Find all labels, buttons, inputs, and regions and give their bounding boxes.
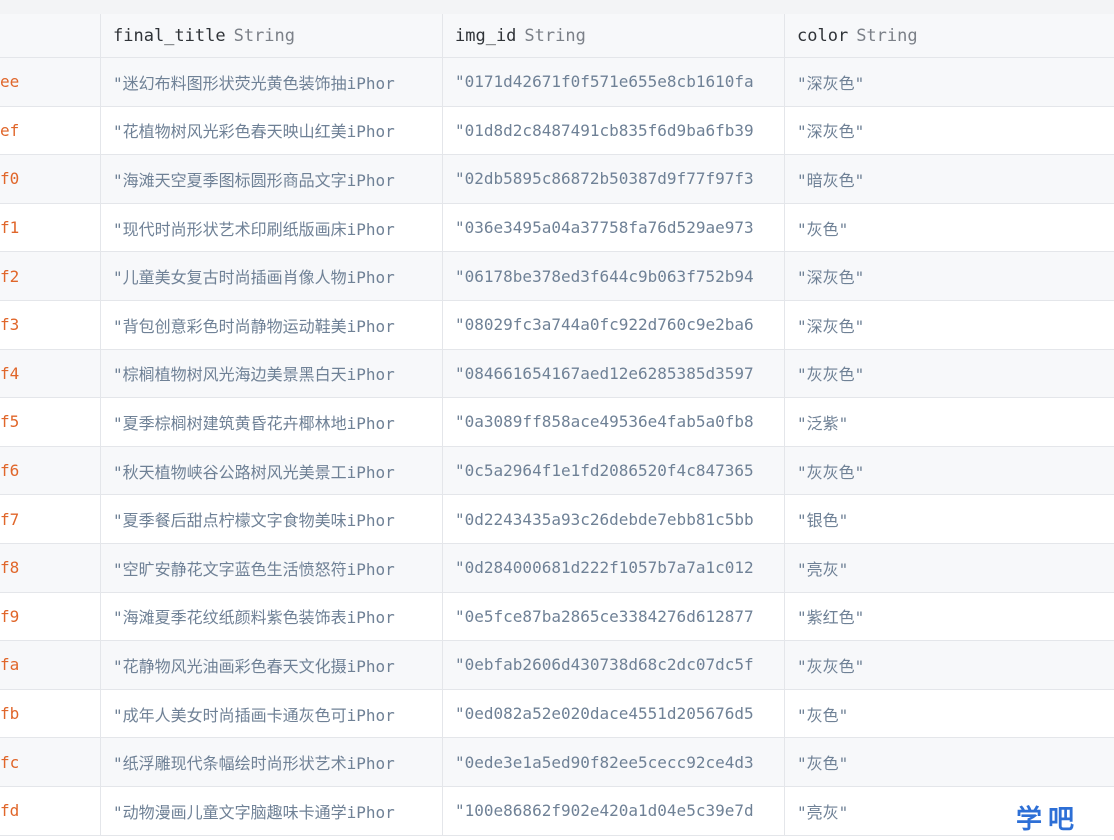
row-key-cell[interactable]: f5 bbox=[0, 398, 101, 446]
color-cell[interactable]: "深灰色" bbox=[785, 301, 1114, 349]
row-key-cell[interactable]: fd bbox=[0, 786, 101, 835]
color-cell[interactable]: "深灰色" bbox=[785, 107, 1114, 155]
table-row[interactable]: f0 "海滩天空夏季图标圆形商品文字iPhor "02db5895c86872b50… bbox=[0, 155, 1114, 204]
color-cell[interactable]: "灰灰色" bbox=[785, 447, 1114, 495]
color-cell[interactable]: "灰灰色" bbox=[785, 350, 1114, 398]
table-body: ee "迷幻布料图形状荧光黄色装饰抽iPhor "0171d42671f0f571e… bbox=[0, 58, 1114, 836]
color-cell[interactable]: "银色" bbox=[785, 495, 1114, 543]
img-id-cell[interactable]: "0d284000681d222f1057b7a7a1c012 bbox=[443, 543, 785, 592]
table-row[interactable]: fd "动物漫画儿童文字脑趣味卡通学iPhor "100e86862f902e420… bbox=[0, 786, 1114, 836]
final-title-cell[interactable]: "夏季餐后甜点柠檬文字食物美味iPhor bbox=[101, 495, 443, 543]
img-id-cell[interactable]: "08029fc3a744a0fc922d760c9e2ba6 bbox=[443, 300, 785, 349]
img-id-cell[interactable]: "0e5fce87ba2865ce3384276d612877 bbox=[443, 592, 785, 641]
table-row[interactable]: f4 "棕榈植物树风光海边美景黑白天iPhor "084661654167aed12… bbox=[0, 349, 1114, 399]
img-id-cell[interactable]: "084661654167aed12e6285385d3597 bbox=[443, 349, 785, 398]
final-title-cell[interactable]: "花静物风光油画彩色春天文化摄iPhor bbox=[101, 641, 443, 689]
row-key-cell[interactable]: f3 bbox=[0, 300, 101, 349]
header-col-name: img_id bbox=[455, 25, 517, 46]
img-id-cell[interactable]: "0171d42671f0f571e655e8cb1610fa bbox=[443, 58, 785, 106]
row-key-cell[interactable]: f2 bbox=[0, 252, 101, 300]
final-title-cell[interactable]: "现代时尚形状艺术印刷纸版画床iPhor bbox=[101, 203, 443, 252]
final-title-cell[interactable]: "花植物树风光彩色春天映山红美iPhor bbox=[101, 106, 443, 155]
row-key-cell[interactable]: f8 bbox=[0, 543, 101, 592]
header-key-column[interactable] bbox=[0, 14, 101, 57]
header-col-type: String bbox=[856, 25, 918, 46]
row-key-cell[interactable]: f9 bbox=[0, 592, 101, 641]
img-id-cell[interactable]: "0ed082a52e020dace4551d205676d5 bbox=[443, 689, 785, 738]
header-col-type: String bbox=[524, 25, 586, 46]
table-row[interactable]: f9 "海滩夏季花纹纸颜料紫色装饰表iPhor "0e5fce87ba2865ce3… bbox=[0, 592, 1114, 642]
color-cell[interactable]: "泛紫" bbox=[785, 398, 1114, 446]
final-title-cell[interactable]: "儿童美女复古时尚插画肖像人物iPhor bbox=[101, 252, 443, 300]
color-cell[interactable]: "暗灰色" bbox=[785, 155, 1114, 203]
final-title-cell[interactable]: "背包创意彩色时尚静物运动鞋美iPhor bbox=[101, 300, 443, 349]
final-title-cell[interactable]: "海滩夏季花纹纸颜料紫色装饰表iPhor bbox=[101, 592, 443, 641]
final-title-cell[interactable]: "空旷安静花文字蓝色生活愤怒符iPhor bbox=[101, 543, 443, 592]
color-cell[interactable]: "深灰色" bbox=[785, 58, 1114, 106]
table-row[interactable]: ee "迷幻布料图形状荧光黄色装饰抽iPhor "0171d42671f0f571e… bbox=[0, 58, 1114, 107]
table-row[interactable]: f8 "空旷安静花文字蓝色生活愤怒符iPhor "0d284000681d222f1… bbox=[0, 543, 1114, 593]
header-final-title[interactable]: final_title String bbox=[101, 14, 443, 57]
row-key-cell[interactable]: f1 bbox=[0, 203, 101, 252]
table-row[interactable]: f1 "现代时尚形状艺术印刷纸版画床iPhor "036e3495a04a37758… bbox=[0, 203, 1114, 253]
final-title-cell[interactable]: "动物漫画儿童文字脑趣味卡通学iPhor bbox=[101, 786, 443, 835]
img-id-cell[interactable]: "06178be378ed3f644c9b063f752b94 bbox=[443, 252, 785, 300]
header-img-id[interactable]: img_id String bbox=[443, 14, 785, 57]
img-id-cell[interactable]: "0c5a2964f1e1fd2086520f4c847365 bbox=[443, 446, 785, 495]
color-cell[interactable]: "亮灰" bbox=[785, 544, 1114, 592]
table-row[interactable]: f6 "秋天植物峡谷公路树风光美景工iPhor "0c5a2964f1e1fd208… bbox=[0, 446, 1114, 496]
row-key-cell[interactable]: f7 bbox=[0, 495, 101, 543]
color-cell[interactable]: "灰色" bbox=[785, 738, 1114, 786]
img-id-cell[interactable]: "02db5895c86872b50387d9f77f97f3 bbox=[443, 155, 785, 203]
row-key-cell[interactable]: fa bbox=[0, 641, 101, 689]
table-row[interactable]: f3 "背包创意彩色时尚静物运动鞋美iPhor "08029fc3a744a0fc9… bbox=[0, 300, 1114, 350]
header-col-name: final_title bbox=[113, 25, 226, 46]
color-cell[interactable]: "灰灰色" bbox=[785, 641, 1114, 689]
header-row: final_title String img_id String color Stri… bbox=[0, 14, 1114, 58]
watermark-logo: 学吧 bbox=[1015, 805, 1080, 835]
table-row[interactable]: fa "花静物风光油画彩色春天文化摄iPhor "0ebfab2606d430738… bbox=[0, 641, 1114, 690]
final-title-cell[interactable]: "纸浮雕现代条幅绘时尚形状艺术iPhor bbox=[101, 738, 443, 786]
color-cell[interactable]: "深灰色" bbox=[785, 252, 1114, 300]
img-id-cell[interactable]: "036e3495a04a37758fa76d529ae973 bbox=[443, 203, 785, 252]
row-key-cell[interactable]: f4 bbox=[0, 349, 101, 398]
table-row[interactable]: fc "纸浮雕现代条幅绘时尚形状艺术iPhor "0ede3e1a5ed90f82e… bbox=[0, 738, 1114, 787]
table-row[interactable]: f7 "夏季餐后甜点柠檬文字食物美味iPhor "0d2243435a93c26de… bbox=[0, 495, 1114, 544]
row-key-cell[interactable]: fb bbox=[0, 689, 101, 738]
img-id-cell[interactable]: "0a3089ff858ace49536e4fab5a0fb8 bbox=[443, 398, 785, 446]
color-cell[interactable]: "灰色" bbox=[785, 690, 1114, 738]
data-grid: final_title String img_id String color Stri… bbox=[0, 14, 1114, 836]
final-title-cell[interactable]: "海滩天空夏季图标圆形商品文字iPhor bbox=[101, 155, 443, 203]
table-row[interactable]: f5 "夏季棕榈树建筑黄昏花卉椰林地iPhor "0a3089ff858ace495… bbox=[0, 398, 1114, 447]
img-id-cell[interactable]: "0ebfab2606d430738d68c2dc07dc5f bbox=[443, 641, 785, 689]
final-title-cell[interactable]: "夏季棕榈树建筑黄昏花卉椰林地iPhor bbox=[101, 398, 443, 446]
row-key-cell[interactable]: f6 bbox=[0, 446, 101, 495]
header-col-name: color bbox=[797, 25, 849, 46]
row-key-cell[interactable]: f0 bbox=[0, 155, 101, 203]
top-toolbar-strip bbox=[0, 0, 1114, 15]
final-title-cell[interactable]: "棕榈植物树风光海边美景黑白天iPhor bbox=[101, 349, 443, 398]
table-view: final_title String img_id String color Stri… bbox=[0, 0, 1114, 840]
color-cell[interactable]: "紫红色" bbox=[785, 593, 1114, 641]
header-col-type: String bbox=[233, 25, 296, 46]
row-key-cell[interactable]: ee bbox=[0, 58, 101, 106]
img-id-cell[interactable]: "0d2243435a93c26debde7ebb81c5bb bbox=[443, 495, 785, 543]
final-title-cell[interactable]: "迷幻布料图形状荧光黄色装饰抽iPhor bbox=[101, 58, 443, 106]
table-row[interactable]: f2 "儿童美女复古时尚插画肖像人物iPhor "06178be378ed3f644… bbox=[0, 252, 1114, 301]
table-row[interactable]: fb "成年人美女时尚插画卡通灰色可iPhor "0ed082a52e020dace… bbox=[0, 689, 1114, 739]
img-id-cell[interactable]: "0ede3e1a5ed90f82ee5cecc92ce4d3 bbox=[443, 738, 785, 786]
img-id-cell[interactable]: "100e86862f902e420a1d04e5c39e7d bbox=[443, 786, 785, 835]
table-row[interactable]: ef "花植物树风光彩色春天映山红美iPhor "01d8d2c8487491cb8… bbox=[0, 106, 1114, 156]
row-key-cell[interactable]: fc bbox=[0, 738, 101, 786]
final-title-cell[interactable]: "秋天植物峡谷公路树风光美景工iPhor bbox=[101, 446, 443, 495]
img-id-cell[interactable]: "01d8d2c8487491cb835f6d9ba6fb39 bbox=[443, 106, 785, 155]
final-title-cell[interactable]: "成年人美女时尚插画卡通灰色可iPhor bbox=[101, 689, 443, 738]
row-key-cell[interactable]: ef bbox=[0, 106, 101, 155]
header-color[interactable]: color String bbox=[785, 14, 1114, 57]
color-cell[interactable]: "灰色" bbox=[785, 204, 1114, 252]
